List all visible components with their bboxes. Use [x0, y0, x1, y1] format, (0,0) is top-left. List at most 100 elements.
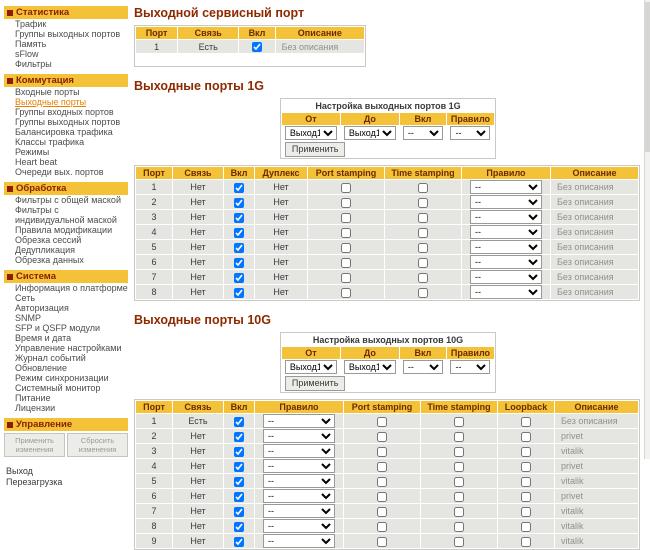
time-stamping-checkbox[interactable]: [454, 416, 464, 427]
time-stamping-checkbox[interactable]: [454, 476, 464, 487]
sidebar-item-snmp[interactable]: SNMP: [4, 313, 128, 323]
sidebar-item-date-time[interactable]: Время и дата: [4, 333, 128, 343]
rule-select[interactable]: --: [263, 429, 335, 443]
rule-select[interactable]: --: [263, 414, 335, 428]
loopback-checkbox[interactable]: [521, 506, 531, 517]
sidebar-item-network[interactable]: Сеть: [4, 293, 128, 303]
sidebar-item-output-port-groups[interactable]: Группы выходных портов: [4, 117, 128, 127]
port-stamping-checkbox[interactable]: [377, 461, 387, 472]
time-stamping-checkbox[interactable]: [454, 431, 464, 442]
port-stamping-checkbox[interactable]: [341, 272, 351, 283]
time-stamping-checkbox[interactable]: [454, 491, 464, 502]
time-stamping-checkbox[interactable]: [454, 461, 464, 472]
enable-checkbox[interactable]: [234, 506, 244, 517]
time-stamping-checkbox[interactable]: [418, 257, 428, 268]
rule-select[interactable]: --: [450, 360, 491, 374]
port-stamping-checkbox[interactable]: [377, 491, 387, 502]
time-stamping-checkbox[interactable]: [418, 242, 428, 253]
sidebar-item-output-port-groups-stats[interactable]: Группы выходных портов: [4, 29, 128, 39]
enable-checkbox[interactable]: [234, 212, 244, 223]
sidebar-item-session-trim[interactable]: Обрезка сессий: [4, 235, 128, 245]
from-port-select[interactable]: Выход1: [284, 360, 337, 374]
enable-checkbox[interactable]: [234, 182, 244, 193]
sidebar-item-output-ports[interactable]: Выходные порты: [4, 97, 128, 107]
rule-select[interactable]: --: [263, 504, 335, 518]
time-stamping-checkbox[interactable]: [418, 287, 428, 298]
port-stamping-checkbox[interactable]: [377, 476, 387, 487]
port-stamping-checkbox[interactable]: [341, 212, 351, 223]
loopback-checkbox[interactable]: [521, 536, 531, 547]
enable-select[interactable]: --: [402, 126, 443, 140]
to-port-select[interactable]: Выход1: [343, 126, 396, 140]
enable-checkbox[interactable]: [234, 536, 244, 547]
vertical-scrollbar[interactable]: [644, 0, 650, 459]
port-stamping-checkbox[interactable]: [377, 416, 387, 427]
time-stamping-checkbox[interactable]: [418, 227, 428, 238]
reset-changes-button[interactable]: Сбросить изменения: [67, 433, 128, 457]
rule-select[interactable]: --: [263, 444, 335, 458]
enable-checkbox[interactable]: [234, 272, 244, 283]
to-port-select[interactable]: Выход1: [343, 360, 396, 374]
scrollbar-thumb[interactable]: [645, 2, 650, 152]
rule-select[interactable]: --: [450, 126, 491, 140]
sidebar-item-event-log[interactable]: Журнал событий: [4, 353, 128, 363]
sidebar-item-update[interactable]: Обновление: [4, 363, 128, 373]
rule-select[interactable]: --: [470, 285, 542, 299]
time-stamping-checkbox[interactable]: [418, 212, 428, 223]
sidebar-item-output-queues[interactable]: Очереди вых. портов: [4, 167, 128, 177]
sidebar-item-power[interactable]: Питание: [4, 393, 128, 403]
sidebar-item-heartbeat[interactable]: Heart beat: [4, 157, 128, 167]
loopback-checkbox[interactable]: [521, 416, 531, 427]
sidebar-item-deduplication[interactable]: Дедупликация: [4, 245, 128, 255]
rule-select[interactable]: --: [470, 210, 542, 224]
apply-changes-button[interactable]: Применить изменения: [4, 433, 65, 457]
rule-select[interactable]: --: [470, 195, 542, 209]
port-stamping-checkbox[interactable]: [377, 506, 387, 517]
enable-checkbox[interactable]: [234, 197, 244, 208]
apply-button[interactable]: Применить: [284, 141, 346, 157]
time-stamping-checkbox[interactable]: [454, 521, 464, 532]
rule-select[interactable]: --: [263, 519, 335, 533]
sidebar-item-common-mask-filters[interactable]: Фильтры с общей маской: [4, 195, 128, 205]
loopback-checkbox[interactable]: [521, 461, 531, 472]
sidebar-item-modification-rules[interactable]: Правила модификации: [4, 225, 128, 235]
loopback-checkbox[interactable]: [521, 431, 531, 442]
sidebar-item-traffic-classes[interactable]: Классы трафика: [4, 137, 128, 147]
enable-checkbox[interactable]: [234, 416, 244, 427]
loopback-checkbox[interactable]: [521, 476, 531, 487]
sidebar-item-data-trim[interactable]: Обрезка данных: [4, 255, 128, 265]
time-stamping-checkbox[interactable]: [418, 197, 428, 208]
from-port-select[interactable]: Выход1: [284, 126, 337, 140]
sidebar-item-memory[interactable]: Память: [4, 39, 128, 49]
sidebar-item-system-monitor[interactable]: Системный монитор: [4, 383, 128, 393]
port-stamping-checkbox[interactable]: [341, 227, 351, 238]
sidebar-item-sflow[interactable]: sFlow: [4, 49, 128, 59]
loopback-checkbox[interactable]: [521, 521, 531, 532]
port-stamping-checkbox[interactable]: [377, 536, 387, 547]
port-stamping-checkbox[interactable]: [341, 242, 351, 253]
port-stamping-checkbox[interactable]: [377, 521, 387, 532]
sidebar-item-modes[interactable]: Режимы: [4, 147, 128, 157]
loopback-checkbox[interactable]: [521, 491, 531, 502]
port-stamping-checkbox[interactable]: [377, 431, 387, 442]
time-stamping-checkbox[interactable]: [418, 182, 428, 193]
sidebar-item-sfp-modules[interactable]: SFP и QSFP модули: [4, 323, 128, 333]
enable-checkbox[interactable]: [234, 257, 244, 268]
sidebar-item-individual-mask-filters[interactable]: Фильтры с индивидуальной маской: [4, 205, 128, 225]
loopback-checkbox[interactable]: [521, 446, 531, 457]
rule-select[interactable]: --: [263, 474, 335, 488]
enable-checkbox[interactable]: [234, 461, 244, 472]
enable-checkbox[interactable]: [234, 287, 244, 298]
rule-select[interactable]: --: [470, 180, 542, 194]
sidebar-item-sync-mode[interactable]: Режим синхронизации: [4, 373, 128, 383]
sidebar-item-input-ports[interactable]: Входные порты: [4, 87, 128, 97]
time-stamping-checkbox[interactable]: [418, 272, 428, 283]
enable-select[interactable]: --: [402, 360, 443, 374]
rule-select[interactable]: --: [470, 225, 542, 239]
time-stamping-checkbox[interactable]: [454, 506, 464, 517]
sidebar-item-authorization[interactable]: Авторизация: [4, 303, 128, 313]
enable-checkbox[interactable]: [234, 476, 244, 487]
apply-button[interactable]: Применить: [284, 375, 346, 391]
sidebar-item-licenses[interactable]: Лицензии: [4, 403, 128, 413]
rule-select[interactable]: --: [263, 489, 335, 503]
